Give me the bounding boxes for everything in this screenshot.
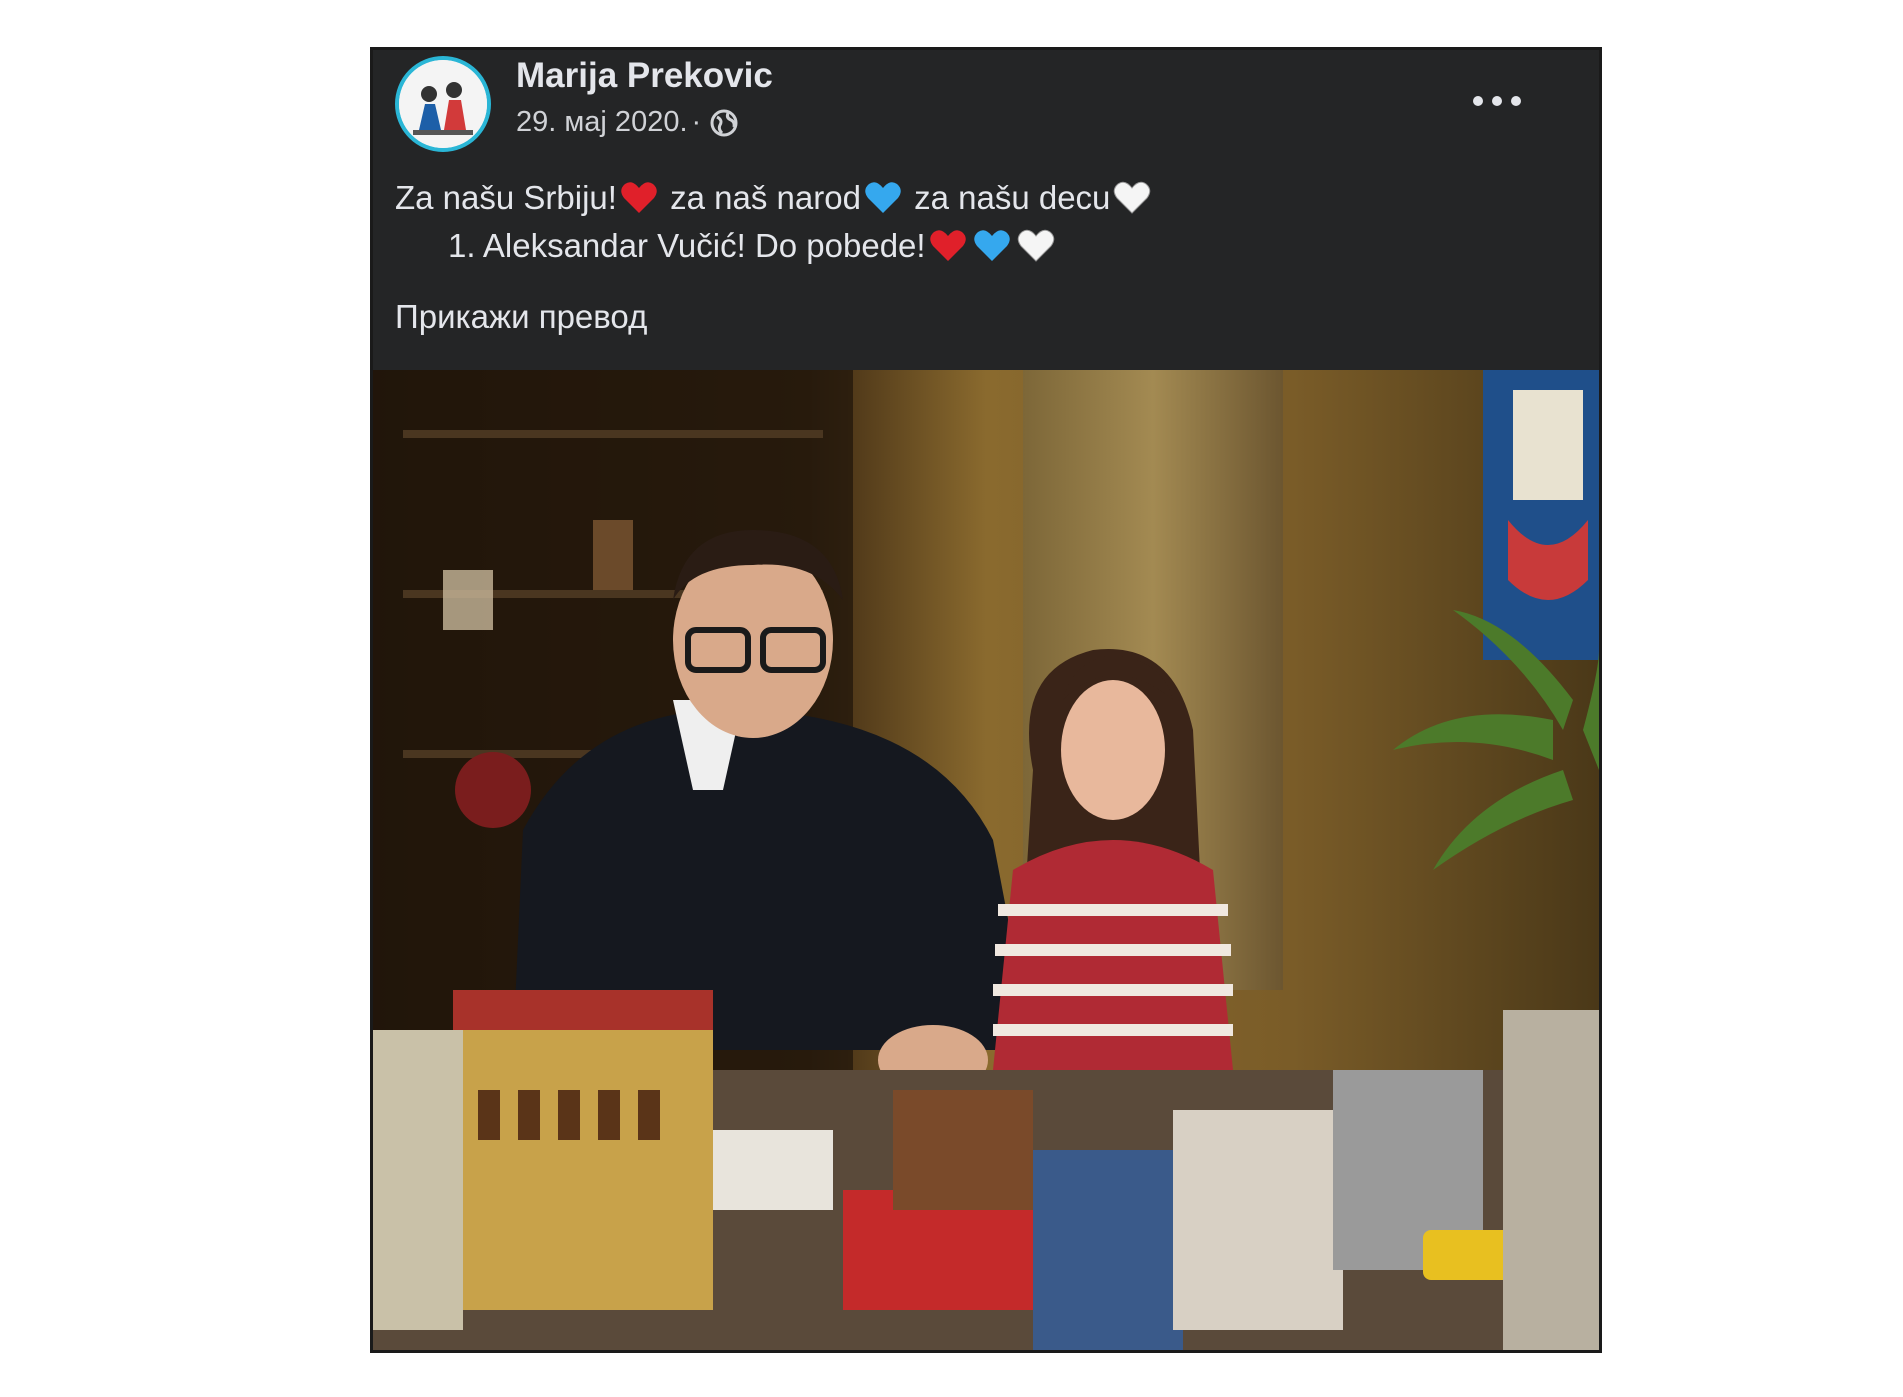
video-frame xyxy=(373,370,1599,1350)
post-header: Marija Prekovic 29. мај 2020. · xyxy=(373,50,1599,180)
post-text-line-2: 1. Aleksandar Vučić! Do pobede! xyxy=(395,222,1154,270)
post-date[interactable]: 29. мај 2020. xyxy=(516,106,688,139)
author-name[interactable]: Marija Prekovic xyxy=(516,56,773,96)
text-segment: Za našu Srbiju! xyxy=(395,179,617,216)
blue-heart-icon xyxy=(972,227,1012,265)
blue-heart-icon xyxy=(863,179,903,217)
text-segment: 1. Aleksandar Vučić! Do pobede! xyxy=(448,227,926,264)
text-segment: za našu decu xyxy=(904,179,1111,216)
post-text: Za našu Srbiju! za naš narod za našu dec… xyxy=(395,174,1154,270)
post-video[interactable] xyxy=(373,370,1599,1350)
red-heart-icon xyxy=(619,179,659,217)
meta-separator: · xyxy=(691,106,702,138)
post-text-line-1: Za našu Srbiju! za naš narod za našu dec… xyxy=(395,174,1154,222)
globe-icon xyxy=(709,108,739,138)
see-translation-link[interactable]: Прикажи превод xyxy=(395,298,647,336)
red-heart-icon xyxy=(928,227,968,265)
text-segment: za naš narod xyxy=(660,179,861,216)
more-options-icon[interactable] xyxy=(1473,86,1521,116)
dot-icon xyxy=(1473,96,1483,106)
author-avatar[interactable] xyxy=(395,56,491,152)
facebook-post: Marija Prekovic 29. мај 2020. · Za našu … xyxy=(370,47,1602,1353)
dot-icon xyxy=(1511,96,1521,106)
dot-icon xyxy=(1492,96,1502,106)
post-meta: 29. мај 2020. · xyxy=(516,106,739,139)
white-heart-icon xyxy=(1016,227,1056,265)
white-heart-icon xyxy=(1112,179,1152,217)
